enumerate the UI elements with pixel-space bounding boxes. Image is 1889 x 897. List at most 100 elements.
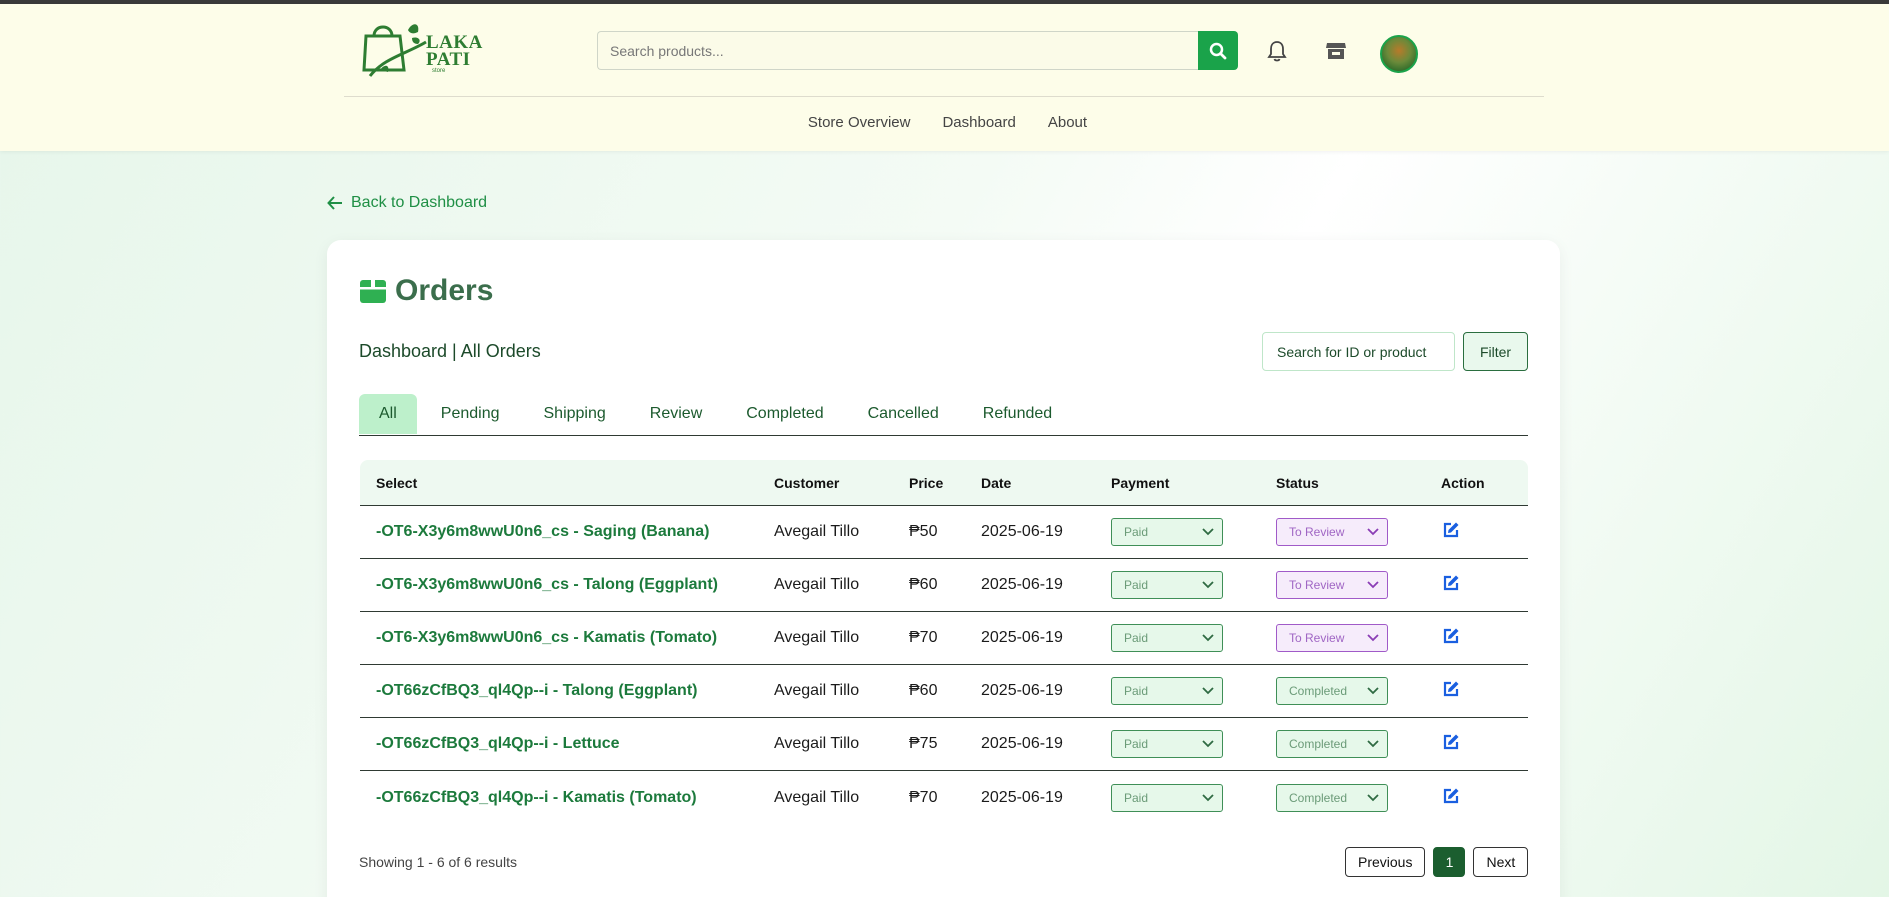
notification-button[interactable] <box>1264 38 1290 64</box>
order-status-tabs: All Pending Shipping Review Completed Ca… <box>359 394 1528 436</box>
status-value: Completed <box>1289 684 1348 698</box>
status-select[interactable]: Completed <box>1276 730 1388 758</box>
order-product-link[interactable]: -OT66zCfBQ3_ql4Qp--i - Lettuce <box>376 735 620 752</box>
product-cell: -OT6-X3y6m8wwU0n6_cs - Talong (Eggplant) <box>360 576 774 594</box>
order-product-link[interactable]: -OT6-X3y6m8wwU0n6_cs - Talong (Eggplant) <box>376 576 718 593</box>
col-action: Action <box>1441 474 1485 491</box>
box-icon <box>360 280 386 303</box>
back-to-dashboard-link[interactable]: Back to Dashboard <box>327 194 487 212</box>
orders-card: Orders Dashboard | All Orders Filter All… <box>327 240 1560 897</box>
edit-order-button[interactable] <box>1441 679 1461 699</box>
chevron-down-icon <box>1202 528 1214 536</box>
nav-store-overview[interactable]: Store Overview <box>808 114 911 131</box>
store-logo[interactable]: LAKA PATI store <box>360 18 482 84</box>
payment-value: Paid <box>1124 737 1149 751</box>
action-cell <box>1441 786 1528 810</box>
order-search-input[interactable] <box>1262 332 1455 371</box>
product-cell: -OT66zCfBQ3_ql4Qp--i - Lettuce <box>360 735 774 753</box>
edit-order-button[interactable] <box>1441 573 1461 593</box>
payment-select[interactable]: Paid <box>1111 624 1223 652</box>
tab-all[interactable]: All <box>359 394 417 434</box>
current-page-button[interactable]: 1 <box>1433 847 1466 877</box>
store-icon <box>1326 43 1346 59</box>
product-cell: -OT66zCfBQ3_ql4Qp--i - Talong (Eggplant) <box>360 682 774 700</box>
payment-select[interactable]: Paid <box>1111 518 1223 546</box>
chevron-down-icon <box>1202 687 1214 695</box>
tab-pending[interactable]: Pending <box>421 394 520 434</box>
col-select: Select <box>376 474 418 491</box>
tab-shipping[interactable]: Shipping <box>524 394 626 434</box>
edit-order-button[interactable] <box>1441 786 1461 806</box>
price-cell: ₱70 <box>909 629 938 646</box>
payment-cell: Paid <box>1111 730 1276 758</box>
edit-order-button[interactable] <box>1441 520 1461 540</box>
status-value: To Review <box>1289 578 1345 592</box>
edit-order-button[interactable] <box>1441 732 1461 752</box>
payment-select[interactable]: Paid <box>1111 571 1223 599</box>
status-select[interactable]: Completed <box>1276 677 1388 705</box>
price-cell: ₱50 <box>909 523 938 540</box>
chevron-down-icon <box>1367 687 1379 695</box>
nav-dashboard[interactable]: Dashboard <box>942 114 1015 131</box>
back-link-label: Back to Dashboard <box>351 194 488 211</box>
edit-order-button[interactable] <box>1441 626 1461 646</box>
edit-icon <box>1443 734 1459 750</box>
order-product-link[interactable]: -OT66zCfBQ3_ql4Qp--i - Talong (Eggplant) <box>376 682 697 699</box>
tab-completed[interactable]: Completed <box>726 394 843 434</box>
chevron-down-icon <box>1202 581 1214 589</box>
arrow-left-icon <box>327 196 342 210</box>
status-select[interactable]: To Review <box>1276 571 1388 599</box>
payment-cell: Paid <box>1111 783 1276 812</box>
col-price: Price <box>909 474 944 491</box>
status-cell: Completed <box>1276 730 1441 758</box>
next-page-button[interactable]: Next <box>1473 847 1529 877</box>
edit-icon <box>1443 628 1459 644</box>
payment-value: Paid <box>1124 684 1149 698</box>
product-search <box>597 31 1238 70</box>
col-payment: Payment <box>1111 474 1170 491</box>
status-select[interactable]: Completed <box>1276 783 1388 812</box>
previous-page-button[interactable]: Previous <box>1345 847 1426 877</box>
payment-cell: Paid <box>1111 624 1276 652</box>
customer-cell: Avegail Tillo <box>774 735 860 752</box>
order-product-link[interactable]: -OT6-X3y6m8wwU0n6_cs - Kamatis (Tomato) <box>376 629 717 646</box>
payment-select[interactable]: Paid <box>1111 730 1223 758</box>
edit-icon <box>1443 575 1459 591</box>
tab-refunded[interactable]: Refunded <box>963 394 1072 434</box>
payment-value: Paid <box>1124 631 1149 645</box>
chevron-down-icon <box>1367 528 1379 536</box>
pagination: Previous 1 Next <box>1345 847 1529 877</box>
status-select[interactable]: To Review <box>1276 624 1388 652</box>
table-row: -OT6-X3y6m8wwU0n6_cs - Saging (Banana) Av… <box>360 506 1528 559</box>
search-button[interactable] <box>1198 31 1238 70</box>
logo-subtext: store <box>432 68 446 74</box>
col-status: Status <box>1276 474 1319 491</box>
status-cell: To Review <box>1276 518 1441 546</box>
tab-review[interactable]: Review <box>630 394 722 434</box>
user-avatar[interactable] <box>1380 35 1418 73</box>
tab-cancelled[interactable]: Cancelled <box>848 394 959 434</box>
chevron-down-icon <box>1367 740 1379 748</box>
customer-cell: Avegail Tillo <box>774 523 860 540</box>
nav-about[interactable]: About <box>1048 114 1087 131</box>
payment-select[interactable]: Paid <box>1111 783 1223 812</box>
chevron-down-icon <box>1202 634 1214 642</box>
price-cell: ₱60 <box>909 682 938 699</box>
date-cell: 2025-06-19 <box>981 788 1063 806</box>
filter-button[interactable]: Filter <box>1463 332 1528 371</box>
payment-select[interactable]: Paid <box>1111 677 1223 705</box>
search-input[interactable] <box>597 31 1198 70</box>
payment-cell: Paid <box>1111 677 1276 705</box>
chevron-down-icon <box>1202 793 1214 801</box>
order-product-link[interactable]: -OT66zCfBQ3_ql4Qp--i - Kamatis (Tomato) <box>376 789 697 806</box>
col-date: Date <box>981 474 1012 491</box>
header-divider <box>344 96 1544 97</box>
page-title-text: Orders <box>395 274 494 307</box>
store-button[interactable] <box>1323 38 1349 64</box>
logo-text: LAKA PATI <box>426 32 482 70</box>
table-row: -OT6-X3y6m8wwU0n6_cs - Kamatis (Tomato) A… <box>360 612 1528 665</box>
table-row: -OT66zCfBQ3_ql4Qp--i - Kamatis (Tomato) A… <box>360 771 1528 824</box>
status-select[interactable]: To Review <box>1276 518 1388 546</box>
status-cell: To Review <box>1276 571 1441 599</box>
order-product-link[interactable]: -OT6-X3y6m8wwU0n6_cs - Saging (Banana) <box>376 523 709 540</box>
